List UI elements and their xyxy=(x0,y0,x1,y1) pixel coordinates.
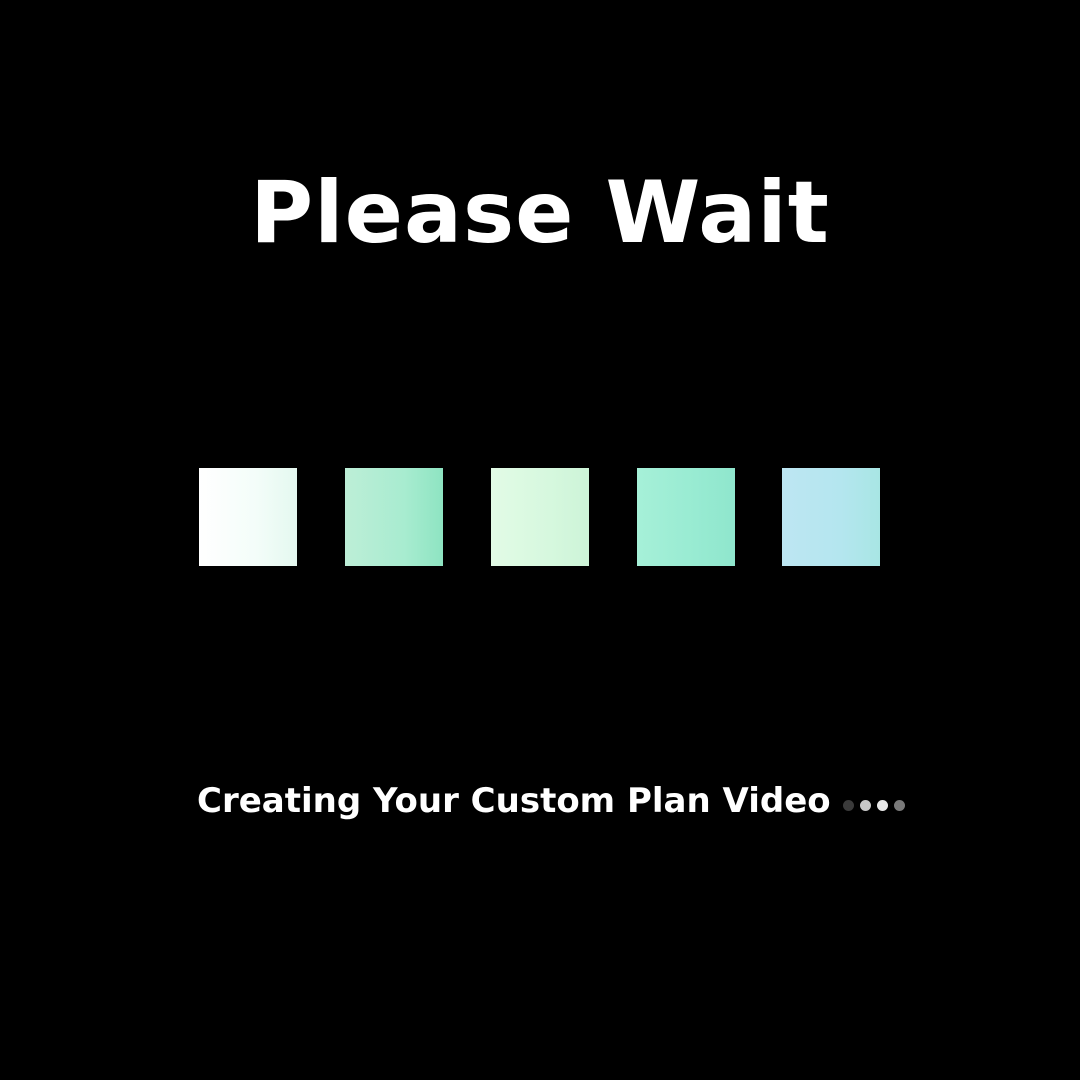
loading-dot xyxy=(893,799,905,811)
page-title: Please Wait xyxy=(250,163,830,263)
loading-dots-icon xyxy=(842,799,911,811)
loading-dot xyxy=(859,799,871,811)
loading-dot xyxy=(876,799,888,811)
loading-screen: Please Wait Creating Your Custom Plan Vi… xyxy=(0,0,1080,1080)
loading-squares xyxy=(199,468,880,566)
loading-square xyxy=(491,468,589,566)
loading-square xyxy=(345,468,443,566)
status-text: Creating Your Custom Plan Video xyxy=(197,781,831,821)
status-message: Creating Your Custom Plan Video xyxy=(197,776,911,826)
loading-square xyxy=(782,468,880,566)
loading-square xyxy=(199,468,297,566)
loading-square xyxy=(637,468,735,566)
loading-dot xyxy=(842,799,854,811)
